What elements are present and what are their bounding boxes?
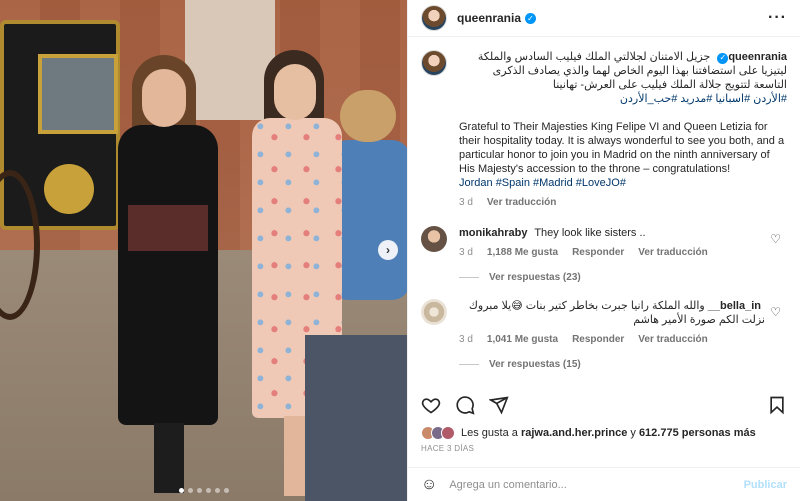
comment-like-heart-icon[interactable]: ♡ xyxy=(770,232,781,246)
comment-like-heart-icon[interactable]: ♡ xyxy=(770,305,781,319)
comment-icon[interactable] xyxy=(455,395,475,415)
post-date[interactable]: HACE 3 DÍAS xyxy=(421,444,474,453)
carousel-next-button[interactable]: › xyxy=(378,240,398,260)
verified-badge-icon: ✓ xyxy=(717,52,729,64)
liker-username[interactable]: rajwa.and.her.prince xyxy=(521,427,627,439)
publish-button[interactable]: Publicar xyxy=(744,479,787,491)
caption-english-hashtags[interactable]: Jordan #Spain #Madrid #LoveJO# xyxy=(459,176,787,190)
see-translation-link[interactable]: Ver traducción xyxy=(638,246,707,260)
emoji-icon[interactable]: ☺ xyxy=(421,476,437,494)
reply-button[interactable]: Responder xyxy=(572,333,624,347)
bookmark-icon[interactable] xyxy=(767,395,787,415)
avatar xyxy=(441,426,455,440)
comment-input[interactable] xyxy=(449,478,732,491)
carousel-dots xyxy=(0,488,407,493)
comment-item: bella_in__ والله الملكة رانيا جبرت بخاطر… xyxy=(421,299,787,347)
avatar[interactable] xyxy=(421,226,447,252)
caption-english: Grateful to Their Majesties King Felipe … xyxy=(459,121,785,175)
see-translation-link[interactable]: Ver traducción xyxy=(638,333,707,347)
person-black-dress xyxy=(110,55,222,495)
caption-arabic-hashtags[interactable]: #الأردن #اسبانيا #مدريد #حب_الأردن xyxy=(459,92,787,106)
action-bar xyxy=(408,393,800,417)
caption: queenrania✓ جزيل الامتنان لجلالتي الملك … xyxy=(421,50,787,210)
caption-time: 3 d xyxy=(459,197,473,208)
view-replies-button[interactable]: Ver respuestas (15) xyxy=(459,359,787,370)
bench xyxy=(305,335,407,501)
comments-area[interactable]: queenrania✓ جزيل الامتنان لجلالتي الملك … xyxy=(408,38,800,383)
carousel-dot[interactable] xyxy=(178,488,184,493)
caption-username[interactable]: queenrania xyxy=(728,51,787,63)
see-translation-link[interactable]: Ver traducción xyxy=(487,196,556,210)
liker-avatars[interactable] xyxy=(421,426,455,440)
post-sidebar: queenrania ✓ ··· queenrania✓ جزيل الامتن… xyxy=(407,0,800,501)
comment-composer: ☺ Publicar xyxy=(408,467,800,501)
likes-count[interactable]: 612.775 personas más xyxy=(639,427,756,439)
verified-badge-icon: ✓ xyxy=(525,12,537,24)
avatar[interactable] xyxy=(421,5,447,31)
instagram-post: › queenrania ✓ ··· queenrania✓ جزيل الام… xyxy=(0,0,800,501)
comment-username[interactable]: monikahraby xyxy=(459,227,527,239)
carousel-dot[interactable] xyxy=(223,488,229,493)
share-icon[interactable] xyxy=(489,395,509,415)
likes-prefix: Les gusta a xyxy=(461,427,518,439)
comment-text: They look like sisters .. xyxy=(534,227,646,239)
view-replies-button[interactable]: Ver respuestas (23) xyxy=(459,272,787,283)
post-username[interactable]: queenrania xyxy=(457,11,521,25)
post-photo[interactable]: › xyxy=(0,0,407,501)
caption-meta: 3 d Ver traducción xyxy=(459,196,787,210)
comment-time: 3 d xyxy=(459,247,473,258)
carousel-dot[interactable] xyxy=(187,488,193,493)
avatar[interactable] xyxy=(421,299,447,325)
carousel-dot[interactable] xyxy=(205,488,211,493)
carousel-dot[interactable] xyxy=(214,488,220,493)
comment-time: 3 d xyxy=(459,334,473,345)
caption-avatar[interactable] xyxy=(421,50,447,76)
comment-username[interactable]: bella_in__ xyxy=(708,300,761,312)
coat-of-arms xyxy=(44,164,94,214)
heart-icon[interactable] xyxy=(421,395,441,415)
post-header: queenrania ✓ ··· xyxy=(408,0,800,37)
carousel-dot[interactable] xyxy=(196,488,202,493)
comment-likes[interactable]: 1,041 Me gusta xyxy=(487,333,558,347)
comment-item: monikahraby They look like sisters .. 3 … xyxy=(421,226,787,260)
reply-button[interactable]: Responder xyxy=(572,246,624,260)
more-options-icon[interactable]: ··· xyxy=(768,9,787,27)
comment-likes[interactable]: 1,188 Me gusta xyxy=(487,246,558,260)
likes-summary: Les gusta a rajwa.and.her.prince y 612.7… xyxy=(421,426,787,440)
